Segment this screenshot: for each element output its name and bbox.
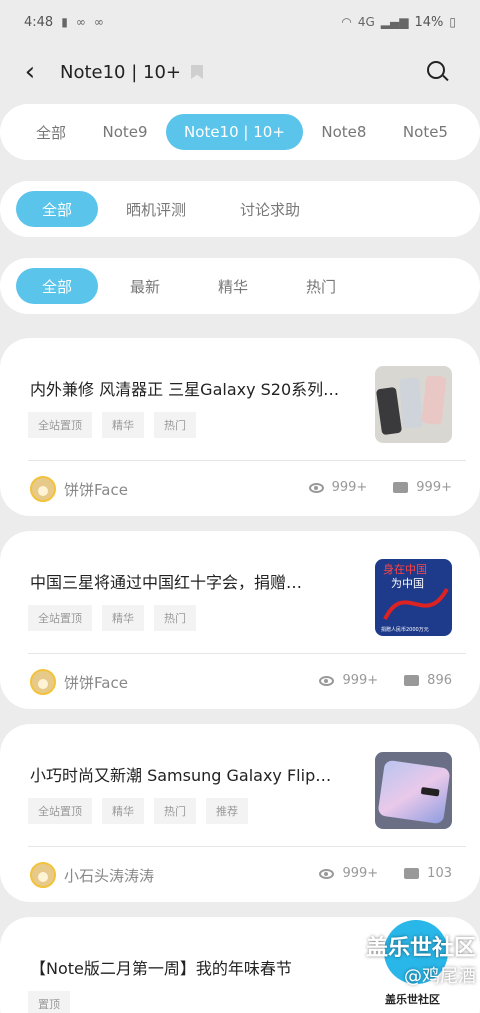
comment-count: 103 <box>427 866 452 881</box>
comment-icon <box>404 868 420 879</box>
svg-text:为中国: 为中国 <box>391 577 424 590</box>
tag-hot: 热门 <box>154 798 196 824</box>
notification-icon: ▮ <box>61 15 68 29</box>
view-count: 999+ <box>342 866 379 881</box>
post-stats: 999+ 103 <box>319 866 452 881</box>
author-name: 饼饼Face <box>64 480 128 499</box>
tag-pinned: 全站置顶 <box>28 605 92 631</box>
post-title[interactable]: 【Note版二月第一周】我的年味春节 <box>30 955 350 979</box>
watermark: 盖乐世社区 @鸡尾酒 <box>366 930 476 988</box>
avatar <box>30 862 56 888</box>
tag-recommended: 推荐 <box>206 798 248 824</box>
tab-category-all[interactable]: 全部 <box>16 191 99 227</box>
tag-pinned: 全站置顶 <box>28 798 92 824</box>
status-time: 4:48 <box>24 14 54 30</box>
page-title: Note10 | 10+ <box>60 61 182 83</box>
app-header: ‹ Note10 | 10+ <box>0 44 480 100</box>
post-card[interactable]: 小巧时尚又新潮 Samsung Galaxy Flip… 全站置顶 精华 热门 … <box>0 724 480 902</box>
tab-note8[interactable]: Note8 <box>303 114 384 150</box>
tag-featured: 精华 <box>102 412 144 438</box>
battery-icon: ▯ <box>449 15 456 29</box>
post-title[interactable]: 内外兼修 风清器正 三星Galaxy S20系列… <box>30 376 365 400</box>
post-author[interactable]: 小石头涛涛涛 <box>30 862 154 888</box>
view-icon <box>308 482 324 493</box>
comment-icon <box>393 482 409 493</box>
post-thumbnail[interactable]: 身在中国 为中国 捐赠人民币2000万元 <box>375 559 452 636</box>
back-button[interactable]: ‹ <box>0 44 60 100</box>
tab-sort-all[interactable]: 全部 <box>16 268 99 304</box>
signal-icon: ▂▄▆ <box>380 15 409 29</box>
app-notification-icon-2: ∞ <box>93 15 104 29</box>
post-stats: 999+ 999+ <box>308 480 452 495</box>
chevron-left-icon: ‹ <box>24 57 36 87</box>
tab-all-models[interactable]: 全部 <box>18 114 84 150</box>
tab-reviews[interactable]: 晒机评测 <box>100 191 212 227</box>
wifi-icon: ◠ <box>341 15 352 29</box>
post-author[interactable]: 饼饼Face <box>30 669 128 695</box>
sort-tab-bar: 全部 最新 精华 热门 <box>0 258 480 314</box>
view-count: 999+ <box>331 480 368 495</box>
svg-text:身在中国: 身在中国 <box>383 562 427 576</box>
post-title[interactable]: 中国三星将通过中国红十字会，捐赠… <box>30 569 365 593</box>
model-tab-bar: 全部 Note9 Note10 | 10+ Note8 Note5 <box>0 104 480 160</box>
post-thumbnail[interactable] <box>375 752 452 829</box>
tag-pinned: 全站置顶 <box>28 412 92 438</box>
tag-featured: 精华 <box>102 798 144 824</box>
author-name: 小石头涛涛涛 <box>64 866 155 885</box>
comment-count: 896 <box>427 673 452 688</box>
watermark-title: 盖乐世社区 <box>365 936 476 961</box>
view-count: 999+ <box>342 673 379 688</box>
tab-latest[interactable]: 最新 <box>104 268 186 304</box>
svg-text:捐赠人民币2000万元: 捐赠人民币2000万元 <box>381 626 429 633</box>
avatar <box>30 476 56 502</box>
app-notification-icon: ∞ <box>75 15 86 29</box>
tab-note10[interactable]: Note10 | 10+ <box>166 114 303 150</box>
avatar <box>30 669 56 695</box>
tag-hot: 热门 <box>154 412 196 438</box>
bookmark-icon[interactable] <box>191 65 204 79</box>
status-bar: 4:48 ▮ ∞ ∞ ◠ 4G ▂▄▆ 14% ▯ <box>0 0 480 44</box>
post-title[interactable]: 小巧时尚又新潮 Samsung Galaxy Flip… <box>30 762 365 786</box>
tag-featured: 精华 <box>102 605 144 631</box>
tab-featured[interactable]: 精华 <box>192 268 274 304</box>
view-icon <box>319 868 335 879</box>
network-type: 4G <box>357 15 375 29</box>
post-card[interactable]: 内外兼修 风清器正 三星Galaxy S20系列… 全站置顶 精华 热门 饼饼F… <box>0 338 480 516</box>
post-thumbnail[interactable] <box>375 366 452 443</box>
tag-hot: 热门 <box>154 605 196 631</box>
post-stats: 999+ 896 <box>319 673 452 688</box>
battery-percent: 14% <box>414 14 444 30</box>
tab-note9[interactable]: Note9 <box>85 114 166 150</box>
tab-discussion[interactable]: 讨论求助 <box>214 191 326 227</box>
author-name: 饼饼Face <box>64 673 128 692</box>
category-tab-bar: 全部 晒机评测 讨论求助 <box>0 181 480 237</box>
post-card[interactable]: 中国三星将通过中国红十字会，捐赠… 全站置顶 精华 热门 身在中国 为中国 捐赠… <box>0 531 480 709</box>
tab-hot[interactable]: 热门 <box>280 268 362 304</box>
search-button[interactable] <box>426 60 450 84</box>
comment-count: 999+ <box>416 480 452 495</box>
view-icon <box>319 675 335 686</box>
post-author[interactable]: 饼饼Face <box>30 476 128 502</box>
tag-pinned: 置顶 <box>28 991 70 1013</box>
comment-icon <box>404 675 420 686</box>
tab-note5[interactable]: Note5 <box>385 114 466 150</box>
watermark-user: @鸡尾酒 <box>404 966 476 987</box>
community-badge-label: 盖乐世社区 <box>382 990 443 1008</box>
